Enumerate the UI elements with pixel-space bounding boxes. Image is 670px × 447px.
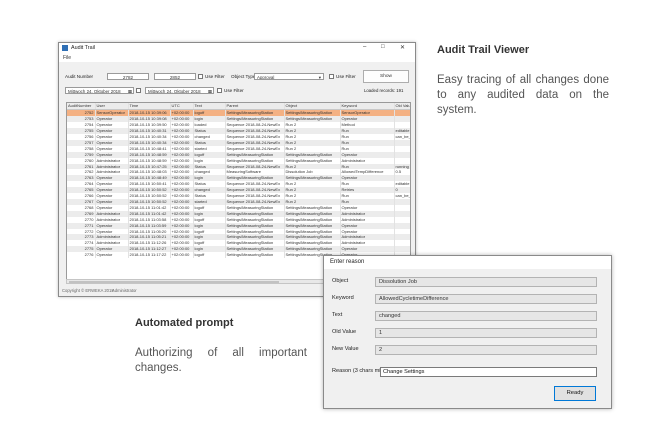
object-label: Object	[332, 278, 349, 284]
table-cell: 2018-10-15 10:48:41	[128, 145, 171, 152]
enter-reason-dialog: Enter reason Object Dissolution Job Keyw…	[323, 255, 612, 409]
copyright-text: Copyright © ERWEKA 2018	[62, 288, 114, 293]
prompt-title: Automated prompt	[135, 317, 234, 329]
date-to-day: 24.	[166, 89, 173, 94]
table-cell: 2018-10-15 11:01:42	[128, 204, 171, 211]
column-header[interactable]: UTC	[170, 103, 194, 111]
keyword-label: Keyword	[332, 295, 354, 301]
table-cell: 2776	[67, 252, 96, 259]
table-cell: 2018-10-15 10:48:59	[128, 157, 171, 164]
date-to-weekday: Mittwoch	[148, 89, 166, 94]
table-cell: 2018-10-15 10:40:34	[128, 139, 171, 146]
table-cell: Sequence 2018-08-24-NewEx	[225, 145, 285, 152]
table-cell: Settings\MeasuringStation	[284, 204, 341, 211]
object-type-select[interactable]: Approval ▾	[254, 73, 324, 80]
table-cell: can_be_st	[394, 193, 410, 199]
table-cell: 2018-10-15 10:48:59	[128, 151, 171, 158]
table-cell: logoff	[193, 252, 226, 259]
new-value-field: 2	[375, 345, 597, 355]
table-cell: Sequence 2018-08-24-NewEx	[225, 139, 285, 146]
maximize-icon[interactable]: □	[381, 44, 385, 50]
use-filter-checkbox-3[interactable]	[217, 88, 222, 93]
window-title: Audit Trail	[71, 45, 95, 51]
column-header[interactable]: Keyword	[340, 103, 395, 111]
table-cell: Operator	[95, 252, 129, 259]
table-row[interactable]: 2760 Administrator 2018-10-15 10:48:59 +02:…	[67, 157, 410, 164]
table-cell: 2018-10-15 11:17:22	[128, 252, 171, 259]
object-type-value: Approval	[257, 75, 275, 80]
object-type-label: Object Type	[231, 74, 256, 79]
date-from-year: 2018	[110, 89, 121, 94]
dialog-title: Enter reason	[330, 259, 365, 265]
column-header[interactable]: Parent	[225, 103, 285, 111]
ready-button[interactable]: Ready	[554, 386, 596, 401]
object-field: Dissolution Job	[375, 277, 597, 287]
scrollbar-thumb[interactable]	[69, 281, 279, 283]
dialog-title-bar: Enter reason	[324, 256, 611, 269]
table-cell: Settings\MeasuringStation	[284, 210, 341, 217]
menu-bar: File	[59, 54, 415, 62]
date-to-month: Oktober	[173, 89, 190, 94]
date-from-month: Oktober	[93, 89, 110, 94]
use-filter-label-2: Use Filter	[336, 74, 356, 79]
audit-number-from-field[interactable]: 2782	[107, 73, 149, 80]
audit-number-to-field[interactable]: 2852	[154, 73, 196, 80]
text-label: Text	[332, 312, 343, 318]
table-cell: Settings\MeasuringStation	[284, 151, 341, 158]
title-bar: Audit Trail – □ ✕	[59, 43, 415, 54]
keyword-field: AllowedCycletimeDifference	[375, 294, 597, 304]
table-cell: +02:00:00	[170, 252, 194, 259]
column-header[interactable]: Time	[128, 103, 171, 111]
minimize-icon[interactable]: –	[363, 44, 366, 50]
calendar-icon: ▦	[127, 89, 132, 94]
use-filter-checkbox-2[interactable]	[329, 74, 334, 79]
reason-label: Reason (3 chars min.)	[332, 368, 388, 374]
date-from-checkbox[interactable]	[136, 88, 141, 93]
table-cell: 2018-10-15 11:01:42	[128, 210, 171, 217]
viewer-title: Audit Trail Viewer	[437, 44, 530, 56]
chevron-down-icon: ▾	[318, 75, 321, 80]
table-cell: Settings\MeasuringStation	[284, 157, 341, 164]
use-filter-label-1: Use Filter	[205, 74, 225, 79]
loaded-records: Loaded records: 191	[364, 88, 404, 93]
column-header[interactable]: Old Value	[394, 103, 410, 111]
table-cell: 2018-10-15 11:03:59	[128, 222, 171, 229]
table-row[interactable]: 2769 Administrator 2018-10-15 11:01:42 +02:…	[67, 210, 410, 217]
text-field: changed	[375, 311, 597, 321]
date-to-year: 2018	[190, 89, 201, 94]
table-cell: can_be_st	[394, 134, 410, 140]
old-value-field: 1	[375, 328, 597, 338]
status-user: Administrator	[112, 288, 137, 293]
date-from-day: 24.	[86, 89, 93, 94]
column-header[interactable]: Text	[193, 103, 226, 111]
reason-input[interactable]: Change Settings	[380, 367, 597, 377]
table-cell: 2018-10-15 11:03:58	[128, 216, 171, 223]
column-header[interactable]: AuditNumber	[67, 103, 96, 111]
use-filter-label-3: Use Filter	[224, 88, 244, 93]
column-header[interactable]: Object	[284, 103, 341, 111]
calendar-icon: ▦	[207, 89, 212, 94]
table-row[interactable]: 2770 Administrator 2018-10-15 11:03:58 +02:…	[67, 216, 410, 223]
grid-header: AuditNumber User Time UTC Text Parent Object Ke…	[67, 103, 410, 111]
date-from-weekday: Mittwoch	[68, 89, 86, 94]
app-icon	[62, 45, 68, 51]
new-value-label: New Value	[332, 346, 359, 352]
column-header[interactable]: User	[95, 103, 129, 111]
close-icon[interactable]: ✕	[400, 44, 405, 51]
prompt-description: Authorizing of all important changes.	[135, 347, 307, 374]
old-value-label: Old Value	[332, 329, 357, 335]
date-to-picker[interactable]: Mittwoch 24. Oktober 2018 ▦	[145, 87, 214, 94]
show-button[interactable]: Show	[363, 70, 409, 83]
table-cell: Settings\MeasuringStation	[284, 216, 341, 223]
date-from-picker[interactable]: Mittwoch 24. Oktober 2018 ▦	[65, 87, 134, 94]
use-filter-checkbox-1[interactable]	[198, 74, 203, 79]
audit-number-label: Audit Number	[65, 74, 94, 79]
viewer-description: Easy tracing of all changes done to any …	[437, 74, 609, 116]
table-cell: Settings\MeasuringStation	[284, 222, 341, 229]
menu-file[interactable]: File	[63, 55, 71, 61]
table-cell: Settings\MeasuringStation	[225, 252, 285, 259]
